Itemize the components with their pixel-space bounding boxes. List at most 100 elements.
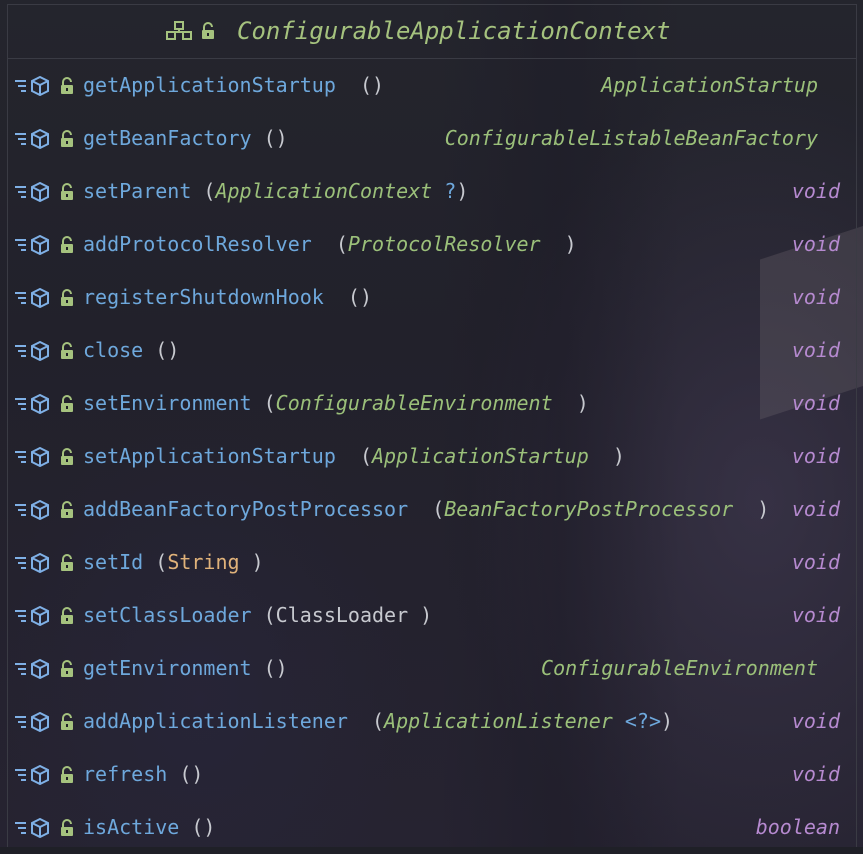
return-type: void [791, 444, 840, 468]
method-list-icon [15, 766, 27, 784]
open-paren: ( [167, 762, 192, 786]
return-type: ConfigurableEnvironment [541, 656, 818, 680]
open-paren: ( [191, 179, 216, 203]
method-row[interactable]: getApplicationStartup () ApplicationStart… [8, 59, 856, 112]
method-name: getApplicationStartup [83, 73, 336, 97]
cube-icon [31, 287, 49, 308]
method-signature: getApplicationStartup () [83, 59, 384, 112]
method-name: registerShutdownHook [83, 285, 324, 309]
lock-open-icon [59, 553, 75, 572]
method-list-icon [15, 660, 27, 678]
parameter-type: BeanFactoryPostProcessor [444, 497, 734, 521]
method-list-icon [15, 342, 27, 360]
close-paren: ) [660, 709, 674, 733]
method-row-icons [15, 483, 75, 536]
method-row-icons [15, 112, 75, 165]
method-row-icons [15, 695, 75, 748]
method-list-icon [15, 395, 27, 413]
parameter-type: ApplicationStartup [372, 444, 589, 468]
method-row[interactable]: addApplicationListener (ApplicationListe… [8, 695, 856, 748]
method-row[interactable]: addBeanFactoryPostProcessor (BeanFactory… [8, 483, 856, 536]
open-paren: ( [408, 497, 445, 521]
parameter-type: ClassLoader [275, 603, 409, 627]
method-list-icon [15, 77, 27, 95]
close-paren: ) [167, 338, 180, 362]
method-list-icon [15, 501, 27, 519]
method-signature: setParent (ApplicationContext ?) [83, 165, 468, 218]
open-paren: ( [335, 444, 372, 468]
return-type: void [791, 179, 840, 203]
lock-open-icon [59, 447, 75, 466]
parameter-type: String [167, 550, 240, 574]
method-row-icons [15, 589, 75, 642]
open-paren: ( [251, 126, 276, 150]
method-row-icons [15, 430, 75, 483]
method-row[interactable]: getEnvironment () ConfigurableEnvironment [8, 642, 856, 695]
method-name: setClassLoader [83, 603, 252, 627]
method-signature: addProtocolResolver (ProtocolResolver ) [83, 218, 577, 271]
cube-icon [31, 75, 49, 96]
method-list-icon [15, 289, 27, 307]
cube-icon [31, 764, 49, 785]
cube-icon [31, 234, 49, 255]
lock-open-icon [59, 129, 75, 148]
parameter-type: ProtocolResolver [347, 232, 541, 256]
method-row[interactable]: registerShutdownHook () void [8, 271, 856, 324]
method-row[interactable]: getBeanFactory () ConfigurableListableBea… [8, 112, 856, 165]
method-row-icons [15, 748, 75, 801]
open-paren: ( [251, 391, 276, 415]
cube-icon [31, 552, 49, 573]
method-signature: registerShutdownHook () [83, 271, 372, 324]
open-paren: ( [335, 73, 372, 97]
method-row[interactable]: close () void [8, 324, 856, 377]
method-signature: addApplicationListener (ApplicationListe… [83, 695, 673, 748]
lock-open-icon [59, 288, 75, 307]
method-name: refresh [83, 762, 168, 786]
method-row[interactable]: setParent (ApplicationContext ?) void [8, 165, 856, 218]
cube-icon [31, 817, 49, 838]
method-name: setEnvironment [83, 391, 252, 415]
return-type: void [791, 232, 840, 256]
method-row[interactable]: isActive () boolean [8, 801, 856, 854]
method-row[interactable]: refresh () void [8, 748, 856, 801]
method-name: isActive [83, 815, 180, 839]
cube-icon [31, 711, 49, 732]
method-row[interactable]: addProtocolResolver (ProtocolResolver ) v… [8, 218, 856, 271]
open-paren: ( [323, 285, 360, 309]
method-row[interactable]: setClassLoader (ClassLoader ) void [8, 589, 856, 642]
lock-open-icon [59, 341, 75, 360]
lock-open-icon [59, 659, 75, 678]
return-type: void [791, 709, 840, 733]
close-paren: ) [552, 391, 589, 415]
lock-open-icon [59, 76, 75, 95]
lock-open-icon [200, 22, 216, 40]
open-paren: ( [179, 815, 204, 839]
method-row[interactable]: setApplicationStartup (ApplicationStartu… [8, 430, 856, 483]
method-row-icons [15, 218, 75, 271]
cube-icon [31, 446, 49, 467]
close-paren: ) [588, 444, 625, 468]
lock-open-icon [59, 182, 75, 201]
return-type: ApplicationStartup [601, 73, 818, 97]
method-row[interactable]: setEnvironment (ConfigurableEnvironment … [8, 377, 856, 430]
lock-open-icon [59, 712, 75, 731]
close-paren: ) [275, 126, 288, 150]
close-paren: ) [359, 285, 372, 309]
return-type: void [791, 762, 840, 786]
method-name: getBeanFactory [83, 126, 252, 150]
close-paren: ) [733, 497, 770, 521]
method-signature: setClassLoader (ClassLoader ) [83, 589, 432, 642]
close-paren: ) [203, 815, 216, 839]
method-list-icon [15, 554, 27, 572]
class-structure-panel: ConfigurableApplicationContext getApplic… [7, 4, 857, 847]
method-name: setParent [83, 179, 192, 203]
method-list-icon [15, 448, 27, 466]
method-row[interactable]: setId (String ) void [8, 536, 856, 589]
method-list-icon [15, 236, 27, 254]
structure-icon [166, 21, 192, 41]
close-paren: ) [540, 232, 577, 256]
method-signature: setEnvironment (ConfigurableEnvironment … [83, 377, 589, 430]
lock-open-icon [59, 765, 75, 784]
header-icons [166, 21, 216, 41]
method-name: setId [83, 550, 144, 574]
